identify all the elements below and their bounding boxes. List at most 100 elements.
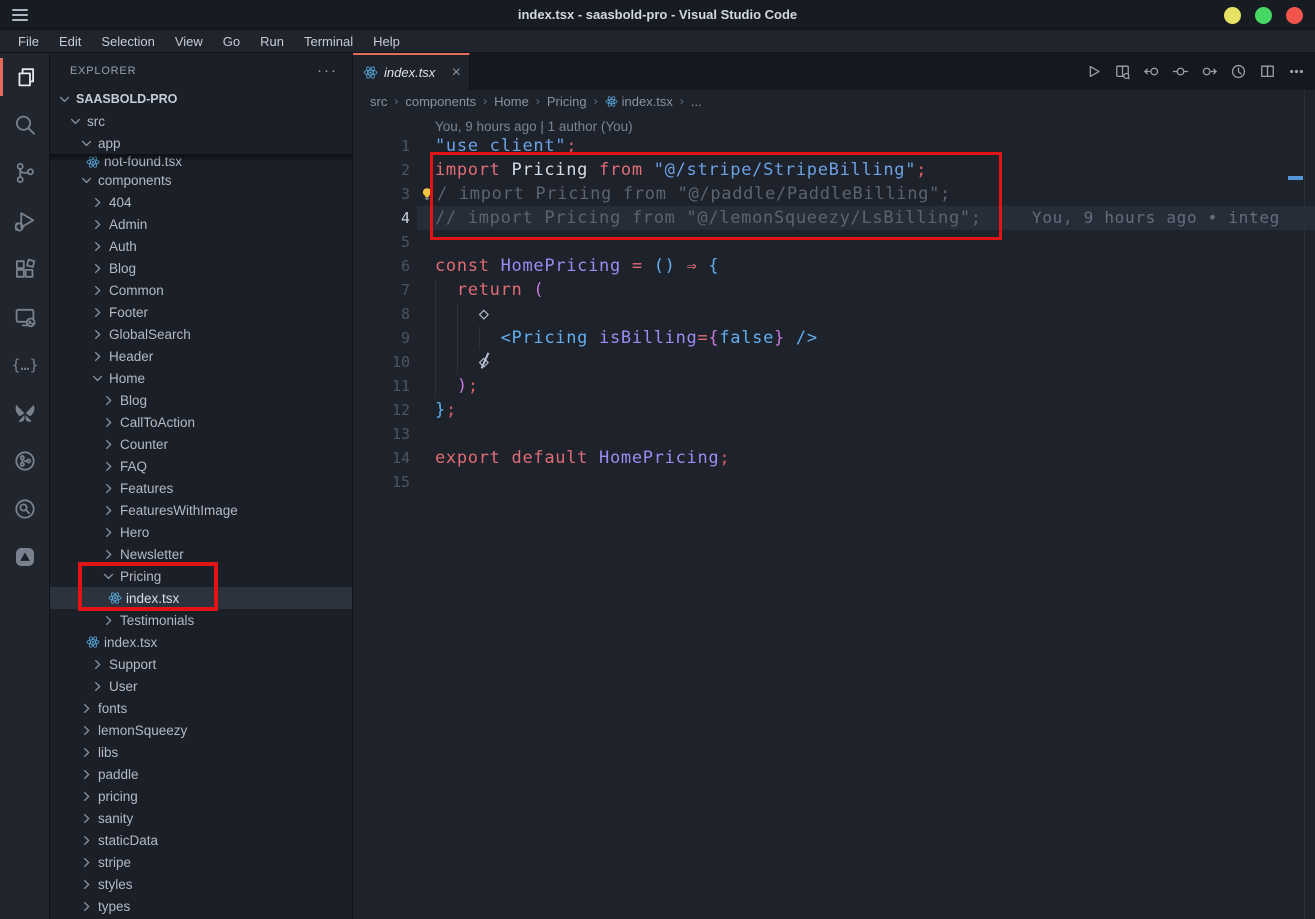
- tree-item-types[interactable]: types: [50, 895, 352, 917]
- line-number[interactable]: 8: [353, 302, 417, 326]
- butterfly-icon[interactable]: [0, 389, 49, 437]
- next-change-icon[interactable]: [1200, 63, 1218, 81]
- tree-item-blog[interactable]: Blog: [50, 389, 352, 411]
- circle-branch-icon[interactable]: [0, 437, 49, 485]
- menu-run[interactable]: Run: [250, 32, 294, 51]
- tree-item-testimonials[interactable]: Testimonials: [50, 609, 352, 631]
- line-number[interactable]: 14: [353, 446, 417, 470]
- tree-item-header[interactable]: Header: [50, 345, 352, 367]
- tree-item-stripe[interactable]: stripe: [50, 851, 352, 873]
- tree-item-faq[interactable]: FAQ: [50, 455, 352, 477]
- gitlens-authors-codelens[interactable]: You, 9 hours ago | 1 author (You): [353, 112, 1315, 134]
- tree-item-paddle[interactable]: paddle: [50, 763, 352, 785]
- tree-item-footer[interactable]: Footer: [50, 301, 352, 323]
- search-icon[interactable]: [0, 101, 49, 149]
- breadcrumb-item-home[interactable]: Home: [494, 94, 529, 109]
- tree-item-lemonsqueezy[interactable]: lemonSqueezy: [50, 719, 352, 741]
- circle-search-icon[interactable]: [0, 485, 49, 533]
- tree-item-user[interactable]: User: [50, 675, 352, 697]
- line-number[interactable]: 15: [353, 470, 417, 494]
- tree-item-src[interactable]: src: [50, 110, 352, 132]
- split-editor-icon[interactable]: [1258, 63, 1276, 81]
- tree-item-index-tsx[interactable]: index.tsx: [50, 587, 352, 609]
- tree-item-fonts[interactable]: fonts: [50, 697, 352, 719]
- tree-item-pricing[interactable]: pricing: [50, 785, 352, 807]
- remote-explorer-icon[interactable]: [0, 293, 49, 341]
- lightbulb-icon[interactable]: [419, 185, 435, 203]
- breadcrumb-item--[interactable]: ...: [691, 94, 702, 109]
- line-number[interactable]: 11: [353, 374, 417, 398]
- tree-item-index-tsx[interactable]: index.tsx: [50, 631, 352, 653]
- tab-index-tsx[interactable]: index.tsx ×: [353, 53, 470, 90]
- tab-close-icon[interactable]: ×: [452, 65, 461, 81]
- breadcrumb-item-components[interactable]: components: [405, 94, 476, 109]
- line-number[interactable]: 12: [353, 398, 417, 422]
- run-icon[interactable]: [1084, 63, 1102, 81]
- app-logo-icon[interactable]: [0, 533, 49, 581]
- chevron-right-icon: [100, 458, 117, 474]
- tree-item-staticdata[interactable]: staticData: [50, 829, 352, 851]
- tree-item-saasbold-pro[interactable]: SAASBOLD-PRO: [50, 88, 352, 110]
- files-icon[interactable]: [0, 53, 49, 101]
- tree-item-admin[interactable]: Admin: [50, 213, 352, 235]
- breadcrumb-item-src[interactable]: src: [370, 94, 387, 109]
- tree-item-counter[interactable]: Counter: [50, 433, 352, 455]
- menu-file[interactable]: File: [8, 32, 49, 51]
- compare-changes-icon[interactable]: [1171, 63, 1189, 81]
- tree-item-calltoaction[interactable]: CallToAction: [50, 411, 352, 433]
- code-editor[interactable]: 1"use client";2import Pricing from "@/st…: [353, 134, 1315, 919]
- timeline-icon[interactable]: [1229, 63, 1247, 81]
- tree-item-app[interactable]: app: [50, 132, 352, 154]
- run-debug-icon[interactable]: [0, 197, 49, 245]
- explorer-more-actions-icon[interactable]: ···: [317, 62, 338, 79]
- menu-go[interactable]: Go: [213, 32, 250, 51]
- tree-item-libs[interactable]: libs: [50, 741, 352, 763]
- breadcrumb-item-index-tsx[interactable]: index.tsx: [605, 94, 673, 109]
- more-actions-icon[interactable]: [1287, 63, 1305, 81]
- breadcrumb-separator: ›: [483, 94, 487, 108]
- menu-hamburger-icon[interactable]: [12, 9, 28, 21]
- menu-edit[interactable]: Edit: [49, 32, 91, 51]
- tree-item-blog[interactable]: Blog: [50, 257, 352, 279]
- line-number[interactable]: 5: [353, 230, 417, 254]
- line-number[interactable]: 1: [353, 134, 417, 158]
- tree-item-support[interactable]: Support: [50, 653, 352, 675]
- line-number[interactable]: 2: [353, 158, 417, 182]
- tree-item-featureswithimage[interactable]: FeaturesWithImage: [50, 499, 352, 521]
- minimize-light[interactable]: [1224, 7, 1241, 24]
- line-number[interactable]: 9: [353, 326, 417, 350]
- tree-item-not-found-tsx[interactable]: not-found.tsx: [50, 154, 352, 169]
- line-number[interactable]: 10: [353, 350, 417, 374]
- breadcrumb-item-pricing[interactable]: Pricing: [547, 94, 587, 109]
- line-number[interactable]: 3: [353, 182, 417, 206]
- line-number[interactable]: 13: [353, 422, 417, 446]
- line-number[interactable]: 7: [353, 278, 417, 302]
- code-token: =: [632, 256, 643, 276]
- line-number[interactable]: 4: [353, 206, 417, 230]
- tree-item-newsletter[interactable]: Newsletter: [50, 543, 352, 565]
- menu-selection[interactable]: Selection: [91, 32, 164, 51]
- line-number[interactable]: 6: [353, 254, 417, 278]
- tree-item-pricing[interactable]: Pricing: [50, 565, 352, 587]
- tree-item-components[interactable]: components: [50, 169, 352, 191]
- close-light[interactable]: [1286, 7, 1303, 24]
- tree-item-styles[interactable]: styles: [50, 873, 352, 895]
- tree-item-404[interactable]: 404: [50, 191, 352, 213]
- open-changes-icon[interactable]: [1113, 63, 1131, 81]
- tree-item-globalsearch[interactable]: GlobalSearch: [50, 323, 352, 345]
- tree-item-home[interactable]: Home: [50, 367, 352, 389]
- menu-terminal[interactable]: Terminal: [294, 32, 363, 51]
- tree-item-features[interactable]: Features: [50, 477, 352, 499]
- json-brackets-icon[interactable]: {…}: [0, 341, 49, 389]
- source-control-icon[interactable]: [0, 149, 49, 197]
- tree-item-sanity[interactable]: sanity: [50, 807, 352, 829]
- tree-item-common[interactable]: Common: [50, 279, 352, 301]
- editor-group: index.tsx × src›components›Home›Pricing›…: [353, 53, 1315, 919]
- menu-view[interactable]: View: [165, 32, 213, 51]
- tree-item-hero[interactable]: Hero: [50, 521, 352, 543]
- extensions-icon[interactable]: [0, 245, 49, 293]
- prev-change-icon[interactable]: [1142, 63, 1160, 81]
- tree-item-auth[interactable]: Auth: [50, 235, 352, 257]
- menu-help[interactable]: Help: [363, 32, 410, 51]
- maximize-light[interactable]: [1255, 7, 1272, 24]
